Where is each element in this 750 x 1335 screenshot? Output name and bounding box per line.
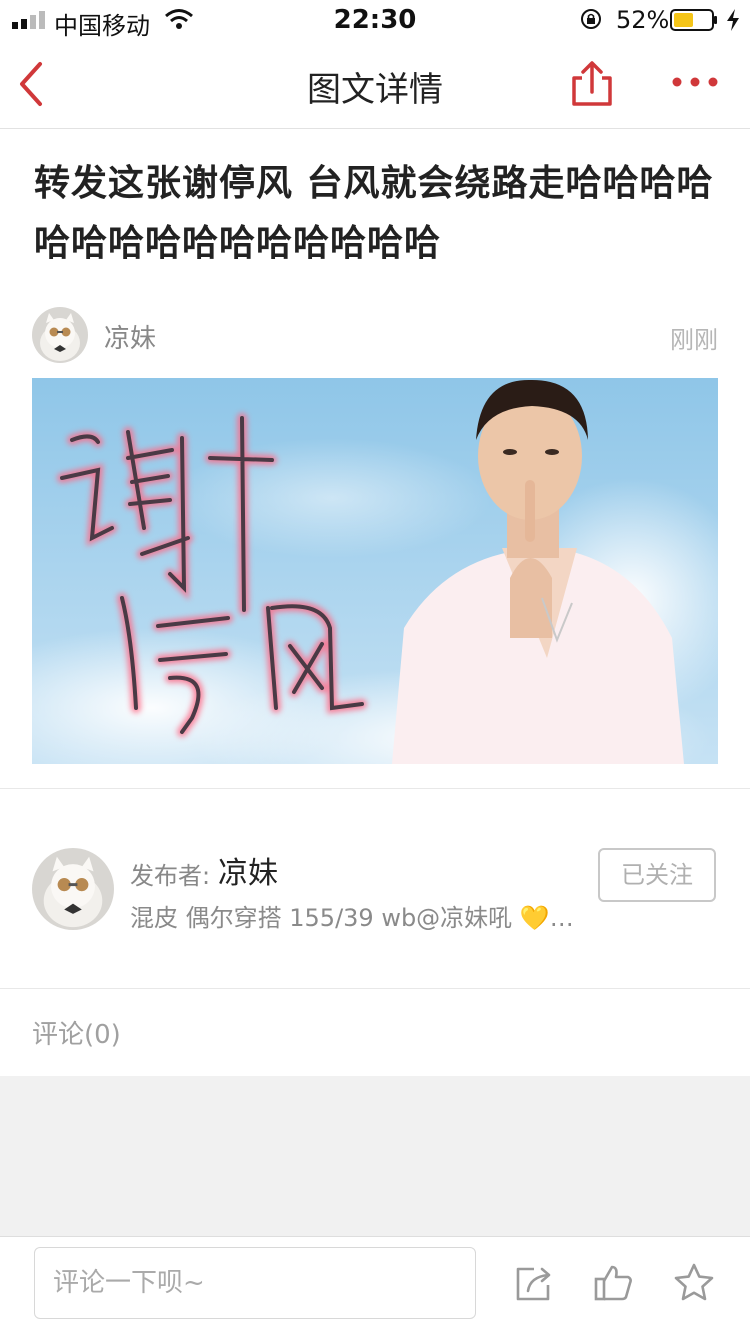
- comments-area: [0, 1076, 750, 1236]
- publisher-label: 发布者:: [130, 862, 211, 890]
- orientation-lock-icon: [581, 9, 601, 29]
- bottom-toolbar: 评论一下呗~: [0, 1236, 750, 1335]
- share-icon[interactable]: [568, 60, 616, 108]
- battery-icon: [670, 9, 717, 31]
- favorite-star-icon[interactable]: [672, 1261, 716, 1305]
- article-image[interactable]: [32, 378, 718, 764]
- comments-count: 评论(0): [32, 1020, 121, 1050]
- charging-icon: [727, 9, 739, 31]
- publisher-bio: 混皮 偶尔穿搭 155/39 wb@凉妹吼 💛…: [130, 904, 574, 932]
- status-bar: 中国移动 22:30 52%: [0, 0, 750, 40]
- section-divider: [0, 988, 750, 989]
- publisher-avatar[interactable]: [32, 848, 114, 930]
- cat-avatar-image: [32, 307, 88, 363]
- nav-bar: 图文详情: [0, 40, 750, 129]
- page-title: 图文详情: [307, 70, 443, 110]
- more-options-icon[interactable]: [670, 72, 720, 92]
- author-name[interactable]: 凉妹: [104, 318, 156, 355]
- battery-percent: 52%: [616, 6, 670, 34]
- article-title: 转发这张谢停风 台风就会绕路走哈哈哈哈哈哈哈哈哈哈哈哈哈哈哈: [34, 163, 714, 264]
- comment-input[interactable]: 评论一下呗~: [34, 1247, 476, 1319]
- section-divider: [0, 788, 750, 789]
- meme-photo: [32, 378, 718, 764]
- posted-time: 刚刚: [670, 326, 718, 354]
- follow-button[interactable]: 已关注: [598, 848, 716, 902]
- cat-avatar-image: [32, 848, 114, 930]
- like-thumb-icon[interactable]: [592, 1261, 636, 1305]
- publisher-name[interactable]: 凉妹: [218, 848, 278, 892]
- repost-icon[interactable]: [512, 1261, 556, 1305]
- author-avatar[interactable]: [32, 307, 88, 363]
